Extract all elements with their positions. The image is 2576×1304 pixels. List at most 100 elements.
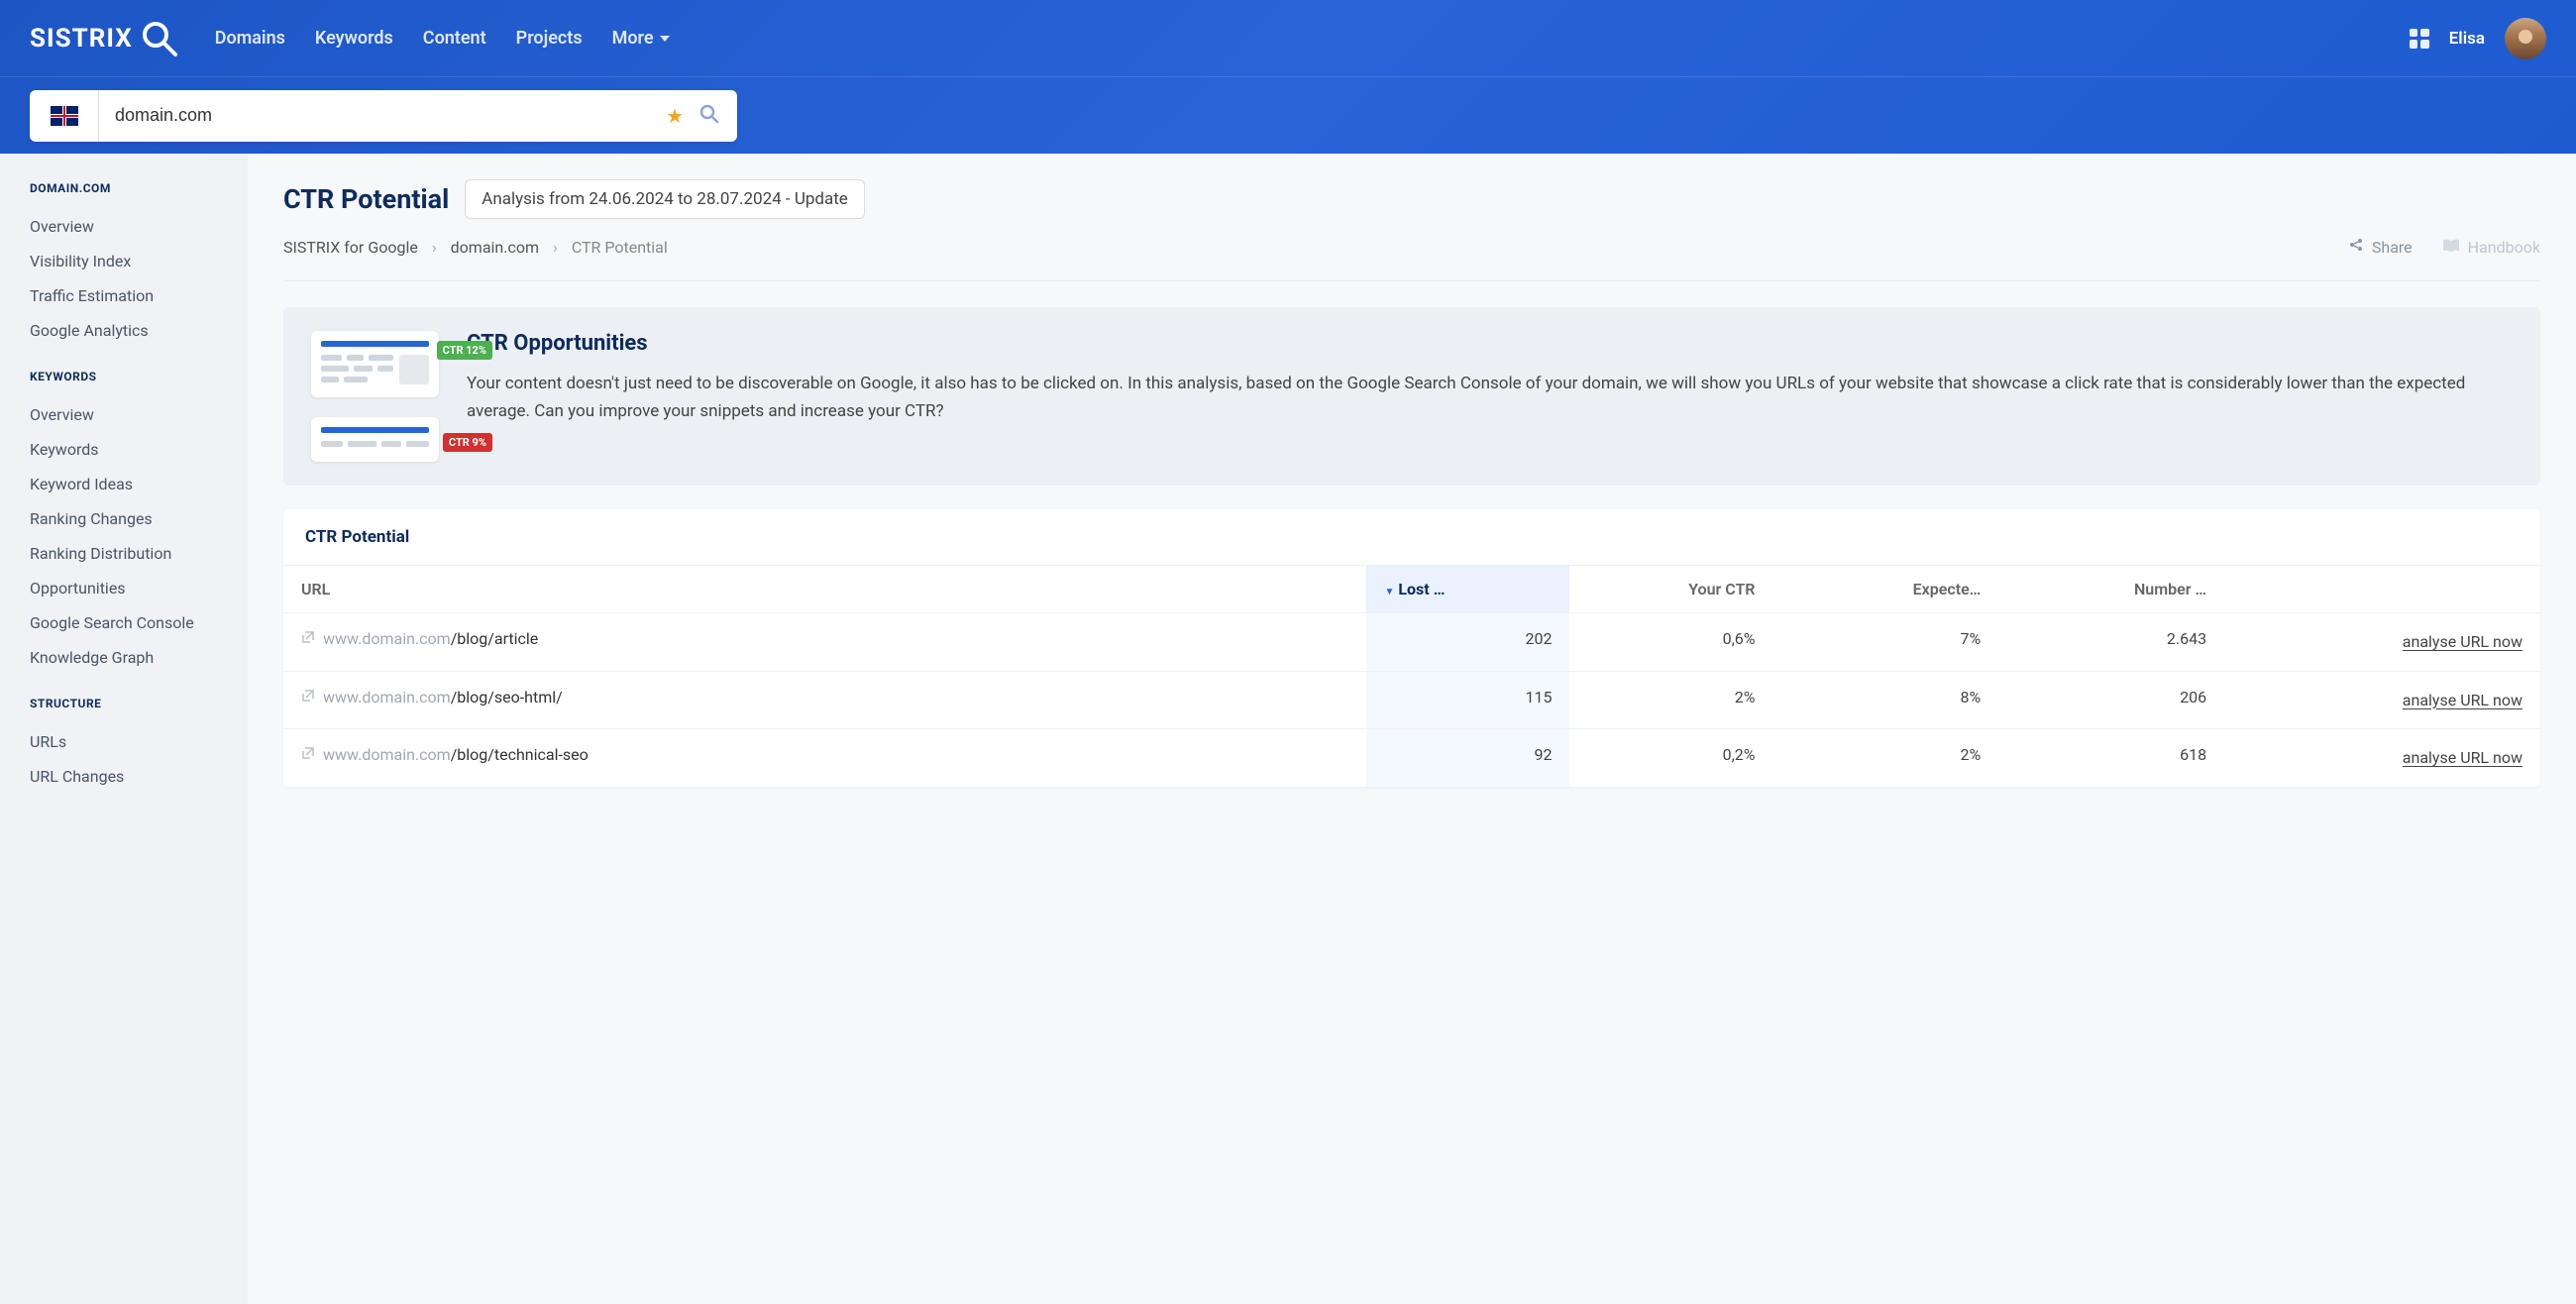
sidebar-item-urls[interactable]: URLs <box>30 724 224 759</box>
sidebar-item-ranking-changes[interactable]: Ranking Changes <box>30 501 224 536</box>
analyse-url-link[interactable]: analyse URL now <box>2224 729 2540 788</box>
search-input[interactable] <box>99 105 666 126</box>
table-row: www.domain.com/blog/technical-seo 92 0,2… <box>283 729 2540 788</box>
serp-card-bad: CTR 9% <box>311 417 439 462</box>
cell-number: 618 <box>1998 729 2224 788</box>
search-icon[interactable] <box>699 104 719 128</box>
sidebar-item-google-search-console[interactable]: Google Search Console <box>30 605 224 640</box>
share-button[interactable]: Share <box>2348 237 2413 257</box>
handbook-button[interactable]: Handbook <box>2442 238 2540 257</box>
sidebar-item-ranking-distribution[interactable]: Ranking Distribution <box>30 536 224 571</box>
page-actions: Share Handbook <box>2348 237 2540 257</box>
cell-expected: 7% <box>1772 613 1998 672</box>
user-area: Elisa <box>2410 18 2546 59</box>
ctr-badge-red: CTR 9% <box>443 433 492 452</box>
table-header-row: URL ▼Lost … Your CTR Expecte… Number … <box>283 566 2540 613</box>
cell-expected: 2% <box>1772 729 1998 788</box>
sidebar-item-url-changes[interactable]: URL Changes <box>30 759 224 794</box>
analyse-url-link[interactable]: analyse URL now <box>2224 613 2540 672</box>
external-link-icon <box>301 745 315 764</box>
nav-content[interactable]: Content <box>423 28 486 49</box>
chevron-down-icon <box>660 36 670 42</box>
cell-your-ctr: 0,6% <box>1569 613 1772 672</box>
analysis-badge[interactable]: Analysis from 24.06.2024 to 28.07.2024 -… <box>465 179 865 219</box>
opportunity-card: CTR 12% CTR 9% CTR Opportunities Your co… <box>283 307 2540 486</box>
col-action <box>2224 566 2540 613</box>
ctr-badge-green: CTR 12% <box>437 341 492 360</box>
table-title: CTR Potential <box>283 509 2540 565</box>
cell-url[interactable]: www.domain.com/blog/seo-html/ <box>283 671 1366 729</box>
page-header: CTR Potential Analysis from 24.06.2024 t… <box>283 179 2540 219</box>
book-icon <box>2442 238 2460 257</box>
opportunity-title: CTR Opportunities <box>467 331 2513 356</box>
sidebar-item-kw-overview[interactable]: Overview <box>30 397 224 432</box>
uk-flag-icon <box>51 106 78 126</box>
cell-lost: 92 <box>1366 729 1569 788</box>
cell-number: 2.643 <box>1998 613 2224 672</box>
table-row: www.domain.com/blog/seo-html/ 115 2% 8% … <box>283 671 2540 729</box>
apps-icon[interactable] <box>2410 29 2429 49</box>
serp-card-good: CTR 12% <box>311 331 439 397</box>
col-number[interactable]: Number … <box>1998 566 2224 613</box>
body: DOMAIN.COM Overview Visibility Index Tra… <box>0 154 2576 1304</box>
breadcrumb-root[interactable]: SISTRIX for Google <box>283 238 418 257</box>
col-url[interactable]: URL <box>283 566 1366 613</box>
sidebar-item-visibility-index[interactable]: Visibility Index <box>30 244 224 278</box>
nav-domains[interactable]: Domains <box>215 28 285 49</box>
col-your-ctr[interactable]: Your CTR <box>1569 566 1772 613</box>
sidebar-item-knowledge-graph[interactable]: Knowledge Graph <box>30 640 224 675</box>
search-actions: ★ <box>666 104 737 128</box>
logo[interactable]: SISTRIX <box>30 18 180 59</box>
cell-expected: 8% <box>1772 671 1998 729</box>
sort-caret-icon: ▼ <box>1384 587 1394 598</box>
avatar[interactable] <box>2505 18 2546 59</box>
sidebar-item-opportunities[interactable]: Opportunities <box>30 571 224 605</box>
opportunity-illustration: CTR 12% CTR 9% <box>311 331 439 462</box>
breadcrumb-current: CTR Potential <box>572 238 668 257</box>
cell-lost: 202 <box>1366 613 1569 672</box>
magnifier-icon <box>139 18 180 59</box>
sidebar-heading-keywords: KEYWORDS <box>30 370 224 383</box>
logo-text: SISTRIX <box>30 24 133 54</box>
chevron-right-icon: › <box>553 238 558 257</box>
breadcrumb-domain[interactable]: domain.com <box>451 238 539 257</box>
sidebar-item-overview[interactable]: Overview <box>30 209 224 244</box>
ctr-table-card: CTR Potential URL ▼Lost … Your CTR Expec… <box>283 509 2540 788</box>
star-icon[interactable]: ★ <box>666 104 684 128</box>
cell-url[interactable]: www.domain.com/blog/article <box>283 613 1366 672</box>
nav-projects[interactable]: Projects <box>516 28 583 49</box>
sidebar-item-google-analytics[interactable]: Google Analytics <box>30 313 224 348</box>
cell-lost: 115 <box>1366 671 1569 729</box>
cell-url[interactable]: www.domain.com/blog/technical-seo <box>283 729 1366 788</box>
external-link-icon <box>301 629 315 648</box>
sidebar-item-keywords[interactable]: Keywords <box>30 432 224 467</box>
cell-your-ctr: 0,2% <box>1569 729 1772 788</box>
sidebar: DOMAIN.COM Overview Visibility Index Tra… <box>0 154 248 1304</box>
main-nav: Domains Keywords Content Projects More <box>215 28 2410 49</box>
sidebar-heading-domain: DOMAIN.COM <box>30 181 224 195</box>
nav-keywords[interactable]: Keywords <box>315 28 393 49</box>
sidebar-heading-structure: STRUCTURE <box>30 697 224 710</box>
opportunity-description: Your content doesn't just need to be dis… <box>467 370 2513 425</box>
search-row: ★ <box>0 77 2576 154</box>
breadcrumb-row: SISTRIX for Google › domain.com › CTR Po… <box>283 237 2540 281</box>
external-link-icon <box>301 688 315 706</box>
page-title: CTR Potential <box>283 183 449 215</box>
country-selector[interactable] <box>30 90 99 142</box>
ctr-table: URL ▼Lost … Your CTR Expecte… Number … w… <box>283 565 2540 788</box>
analyse-url-link[interactable]: analyse URL now <box>2224 671 2540 729</box>
opportunity-text: CTR Opportunities Your content doesn't j… <box>467 331 2513 462</box>
cell-your-ctr: 2% <box>1569 671 1772 729</box>
cell-number: 206 <box>1998 671 2224 729</box>
nav-more[interactable]: More <box>612 28 670 49</box>
main-content: CTR Potential Analysis from 24.06.2024 t… <box>248 154 2576 1304</box>
sidebar-item-keyword-ideas[interactable]: Keyword Ideas <box>30 467 224 501</box>
search-box: ★ <box>30 90 737 142</box>
user-name[interactable]: Elisa <box>2449 29 2485 49</box>
sidebar-item-traffic-estimation[interactable]: Traffic Estimation <box>30 278 224 313</box>
col-lost[interactable]: ▼Lost … <box>1366 566 1569 613</box>
table-row: www.domain.com/blog/article 202 0,6% 7% … <box>283 613 2540 672</box>
breadcrumb: SISTRIX for Google › domain.com › CTR Po… <box>283 238 2348 257</box>
col-expected[interactable]: Expecte… <box>1772 566 1998 613</box>
share-icon <box>2348 237 2364 257</box>
